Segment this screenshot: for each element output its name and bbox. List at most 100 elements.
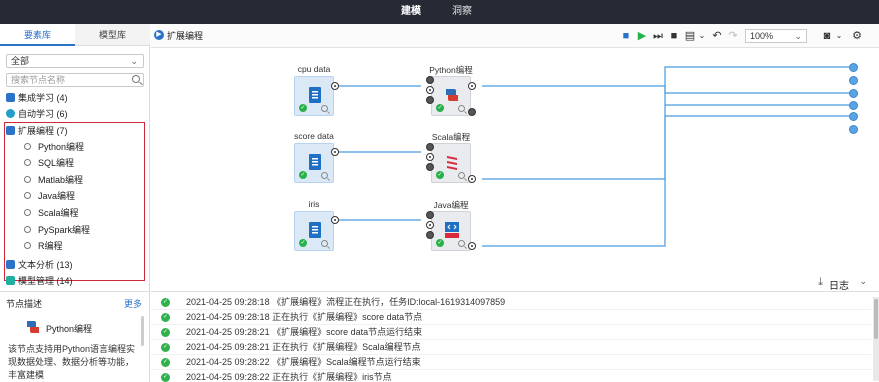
scrollbar-thumb[interactable] [874, 299, 878, 339]
flow-logo-icon: ▶ [154, 30, 164, 40]
input-port[interactable] [426, 143, 434, 151]
export-chevron-icon[interactable]: ⌄ [696, 29, 708, 43]
category-select[interactable]: 全部 ⌄ [6, 54, 144, 68]
output-port[interactable] [468, 82, 476, 90]
output-port[interactable] [468, 242, 476, 250]
input-port[interactable] [426, 76, 434, 84]
tab-insight[interactable]: 洞察 [452, 0, 472, 24]
success-check-icon: ✓ [161, 343, 170, 352]
input-port[interactable] [426, 163, 434, 171]
search-icon [132, 75, 140, 83]
node-score-data[interactable]: ✓ [294, 143, 334, 183]
input-port[interactable] [426, 211, 434, 219]
node-label-java: Java编程 [433, 200, 469, 210]
tree-item-automl[interactable]: 自动学习 (6) [6, 107, 144, 122]
view-icon[interactable] [321, 240, 328, 247]
view-icon[interactable] [321, 172, 328, 179]
node-desc-more-link[interactable]: 更多 [124, 297, 142, 310]
left-panel: 要素库 模型库 全部 ⌄ 搜索节点名称 集成学习 (4) 自动学习 (6) 扩展… [0, 24, 150, 382]
output-dot[interactable] [849, 112, 858, 121]
python-icon [446, 89, 458, 101]
node-label-iris: iris [308, 199, 320, 209]
tree-item-label: 自动学习 (6) [18, 109, 68, 119]
save-icon[interactable]: ■ [620, 29, 632, 43]
toolbar: ▶ 扩展编程 ■ ▶ ⏭ ■ ▤ ⌄ ↶ ↷ 100% ⌄ ◙ ⌄ ⚙ [151, 24, 879, 48]
tab-element-library[interactable]: 要素库 [0, 24, 75, 46]
success-check-icon: ✓ [161, 298, 170, 307]
output-port[interactable] [468, 108, 476, 116]
tree-item-ensemble[interactable]: 集成学习 (4) [6, 91, 144, 106]
run-icon[interactable]: ▶ [636, 29, 648, 43]
node-desc-text: 该节点支持用Python语言编程实现数据处理、数据分析等功能，丰富建模 [8, 344, 136, 380]
download-icon[interactable]: ⤓ [818, 276, 823, 289]
log-row: ✓ 2021-04-25 09:28:22 《扩展编程》Scala编程节点运行结束 [151, 355, 871, 370]
redo-icon[interactable]: ↷ [727, 29, 739, 43]
node-java[interactable]: ✓ [431, 211, 471, 251]
node-python[interactable]: ✓ [431, 76, 471, 116]
view-icon[interactable] [458, 172, 465, 179]
success-check-icon: ✓ [161, 313, 170, 322]
main-area: ▶ 扩展编程 ■ ▶ ⏭ ■ ▤ ⌄ ↶ ↷ 100% ⌄ ◙ ⌄ ⚙ cpu … [151, 24, 879, 382]
camera-icon[interactable]: ◙ [821, 29, 833, 43]
settings-icon[interactable]: ⚙ [851, 29, 863, 43]
log-row: ✓ 2021-04-25 09:28:22 正在执行《扩展编程》iris节点 [151, 370, 871, 382]
stop-icon[interactable]: ■ [668, 29, 680, 43]
camera-chevron-icon[interactable]: ⌄ [833, 29, 845, 43]
node-scala[interactable]: ✓ [431, 143, 471, 183]
zoom-select[interactable]: 100% ⌄ [745, 29, 807, 43]
input-port[interactable] [426, 86, 434, 94]
node-label-score-data: score data [294, 131, 334, 141]
python-icon [27, 321, 39, 333]
output-port[interactable] [468, 175, 476, 183]
output-dot[interactable] [849, 101, 858, 110]
log-text: 2021-04-25 09:28:18 正在执行《扩展编程》score data… [186, 312, 423, 322]
output-dot[interactable] [849, 76, 858, 85]
undo-icon[interactable]: ↶ [711, 29, 723, 43]
node-label-cpu-data: cpu data [297, 64, 331, 74]
node-search-input[interactable]: 搜索节点名称 [6, 73, 144, 87]
data-file-icon [309, 154, 321, 170]
desc-scrollbar[interactable] [141, 316, 144, 346]
input-port[interactable] [426, 221, 434, 229]
log-text: 2021-04-25 09:28:21 正在执行《扩展编程》Scala编程节点 [186, 342, 421, 352]
tree-item-text-analysis[interactable]: 文本分析 (13) [6, 258, 144, 273]
log-text: 2021-04-25 09:28:22 正在执行《扩展编程》iris节点 [186, 372, 392, 382]
input-port[interactable] [426, 153, 434, 161]
output-dot[interactable] [849, 125, 858, 134]
chevron-down-icon[interactable]: ⌄ [859, 276, 867, 287]
node-iris[interactable]: ✓ [294, 211, 334, 251]
log-row: ✓ 2021-04-25 09:28:18 正在执行《扩展编程》score dat… [151, 310, 871, 325]
node-label-scala: Scala编程 [431, 132, 471, 142]
connection-lines [336, 66, 849, 247]
view-icon[interactable] [458, 240, 465, 247]
tab-model-library[interactable]: 模型库 [75, 24, 150, 46]
node-cpu-data[interactable]: ✓ [294, 76, 334, 116]
log-row: ✓ 2021-04-25 09:28:18 《扩展编程》流程正在执行，任务ID:l… [151, 295, 871, 310]
log-list: ✓ 2021-04-25 09:28:18 《扩展编程》流程正在执行，任务ID:l… [151, 295, 879, 382]
output-port[interactable] [331, 148, 339, 156]
success-check-icon: ✓ [161, 358, 170, 367]
data-file-icon [309, 87, 321, 103]
category-select-value: 全部 [11, 56, 30, 66]
step-run-icon[interactable]: ⏭ [652, 29, 664, 43]
export-icon[interactable]: ▤ [684, 29, 696, 43]
view-icon[interactable] [321, 105, 328, 112]
output-dot[interactable] [849, 63, 858, 72]
tab-modeling[interactable]: 建模 [401, 0, 421, 24]
output-dot[interactable] [849, 89, 858, 98]
flow-title: 扩展编程 [167, 31, 204, 41]
log-text: 2021-04-25 09:28:22 《扩展编程》Scala编程节点运行结束 [186, 357, 421, 367]
flow-canvas[interactable]: cpu data ✓ Python编程 ✓ score data ✓ Scala… [151, 49, 879, 292]
output-port[interactable] [331, 216, 339, 224]
input-port[interactable] [426, 96, 434, 104]
success-check-icon: ✓ [436, 239, 444, 247]
output-port[interactable] [331, 82, 339, 90]
data-file-icon [309, 222, 321, 238]
tree-item-model-management[interactable]: 模型管理 (14) [6, 274, 144, 289]
scala-icon [447, 156, 457, 170]
success-check-icon: ✓ [161, 373, 170, 382]
log-text: 2021-04-25 09:28:18 《扩展编程》流程正在执行，任务ID:lo… [186, 297, 506, 307]
view-icon[interactable] [458, 105, 465, 112]
input-port[interactable] [426, 231, 434, 239]
log-scrollbar[interactable] [873, 297, 879, 381]
